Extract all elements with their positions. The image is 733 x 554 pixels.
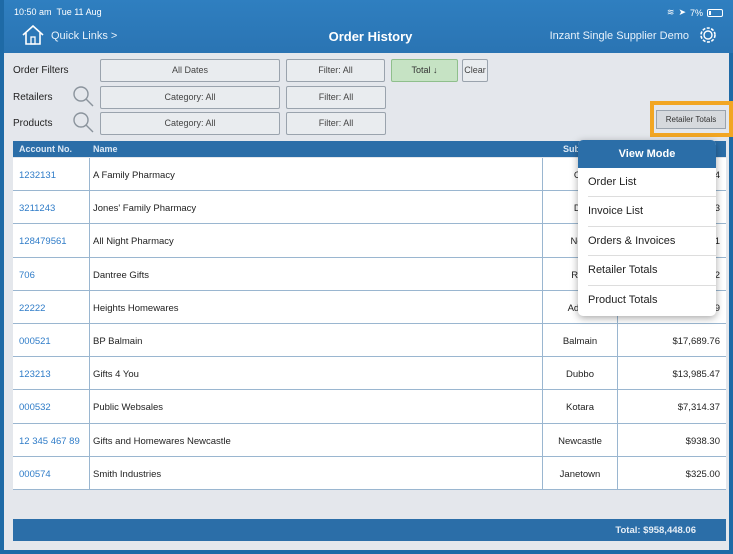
retailer-category-button[interactable]: Category: All (100, 86, 280, 109)
suburb: Janetown (559, 468, 601, 480)
row-total: $938.30 (685, 435, 720, 447)
battery-level: 7% (689, 7, 703, 18)
grand-total: Total: $958,448.06 (615, 525, 696, 536)
account-link[interactable]: 000532 (19, 402, 51, 413)
retailer-name: Jones' Family Pharmacy (93, 203, 197, 215)
view-mode-order-list[interactable]: Order List (588, 168, 716, 198)
view-mode-orders-invoices[interactable]: Orders & Invoices (588, 227, 716, 257)
retailer-filter-button[interactable]: Filter: All (286, 86, 386, 109)
row-total: $17,689.76 (672, 335, 720, 347)
status-time: 10:50 am Tue 11 Aug (14, 7, 102, 17)
retailer-search-icon[interactable] (72, 85, 94, 107)
account-link[interactable]: 123213 (19, 369, 51, 380)
total-sort-button[interactable]: Total ↓ (391, 59, 458, 82)
table-row[interactable]: 12 345 467 89 Gifts and Homewares Newcas… (13, 423, 726, 457)
header-bar: 10:50 am Tue 11 Aug ≋ ➤ 7% Quick Links >… (4, 0, 733, 53)
products-label: Products (13, 118, 53, 129)
status-indicators: ≋ ➤ 7% (667, 7, 723, 18)
retailer-name: Smith Industries (93, 468, 162, 480)
retailers-label: Retailers (13, 92, 53, 103)
retailer-name: A Family Pharmacy (93, 170, 175, 181)
table-row[interactable]: 000532 Public Websales Kotara $7,314.37 (13, 390, 726, 424)
view-mode-title: View Mode (578, 140, 716, 168)
retailer-name: Public Websales (93, 402, 164, 414)
table-row[interactable]: 000521 BP Balmain Balmain $17,689.76 (13, 323, 726, 358)
order-filter-button[interactable]: Filter: All (286, 59, 385, 82)
location-icon: ➤ (678, 7, 686, 17)
account-link[interactable]: 128479561 (19, 236, 67, 247)
retailer-name: Gifts 4 You (93, 369, 139, 381)
totals-footer: Total: $958,448.06 (13, 519, 726, 541)
all-dates-button[interactable]: All Dates (100, 59, 280, 82)
order-filters-label: Order Filters (13, 65, 69, 76)
retailer-name: All Night Pharmacy (93, 236, 174, 248)
suburb: Newcastle (558, 435, 602, 447)
suburb: Dubbo (566, 369, 594, 381)
product-category-button[interactable]: Category: All (100, 112, 280, 135)
account-link[interactable]: 706 (19, 270, 35, 281)
retailer-name: BP Balmain (93, 335, 143, 347)
product-search-icon[interactable] (72, 111, 94, 133)
supplier-name: Inzant Single Supplier Demo (549, 30, 689, 42)
retailer-name: Dantree Gifts (93, 269, 149, 281)
account-link[interactable]: 3211243 (19, 203, 55, 214)
product-filter-button[interactable]: Filter: All (286, 112, 386, 135)
view-mode-popover: View Mode Order List Invoice List Orders… (578, 140, 716, 316)
account-link[interactable]: 000521 (19, 336, 51, 347)
row-total: $13,985.47 (672, 369, 720, 381)
battery-icon (707, 8, 723, 17)
table-row[interactable]: 000574 Smith Industries Janetown $325.00 (13, 456, 726, 490)
retailer-totals-highlight (650, 101, 733, 137)
account-link[interactable]: 22222 (19, 303, 45, 314)
row-total: $325.00 (685, 468, 720, 480)
view-mode-retailer-totals[interactable]: Retailer Totals (588, 256, 716, 286)
retailer-name: Gifts and Homewares Newcastle (93, 435, 231, 447)
row-total: $7,314.37 (677, 402, 720, 414)
table-row[interactable]: 123213 Gifts 4 You Dubbo $13,985.47 (13, 357, 726, 391)
account-link[interactable]: 12 345 467 89 (19, 436, 80, 447)
account-link[interactable]: 000574 (19, 469, 51, 480)
app-frame: 10:50 am Tue 11 Aug ≋ ➤ 7% Quick Links >… (0, 0, 733, 554)
retailer-name: Heights Homewares (93, 302, 179, 314)
view-mode-product-totals[interactable]: Product Totals (588, 286, 716, 315)
view-mode-invoice-list[interactable]: Invoice List (588, 197, 716, 227)
suburb: Kotara (566, 402, 594, 414)
column-name[interactable]: Name (93, 144, 118, 154)
gear-icon[interactable] (697, 24, 719, 46)
clear-button[interactable]: Clear (462, 59, 488, 82)
account-link[interactable]: 1232131 (19, 170, 56, 181)
suburb: Balmain (562, 335, 598, 347)
wifi-icon: ≋ (666, 7, 675, 17)
column-account[interactable]: Account No. (19, 144, 72, 154)
